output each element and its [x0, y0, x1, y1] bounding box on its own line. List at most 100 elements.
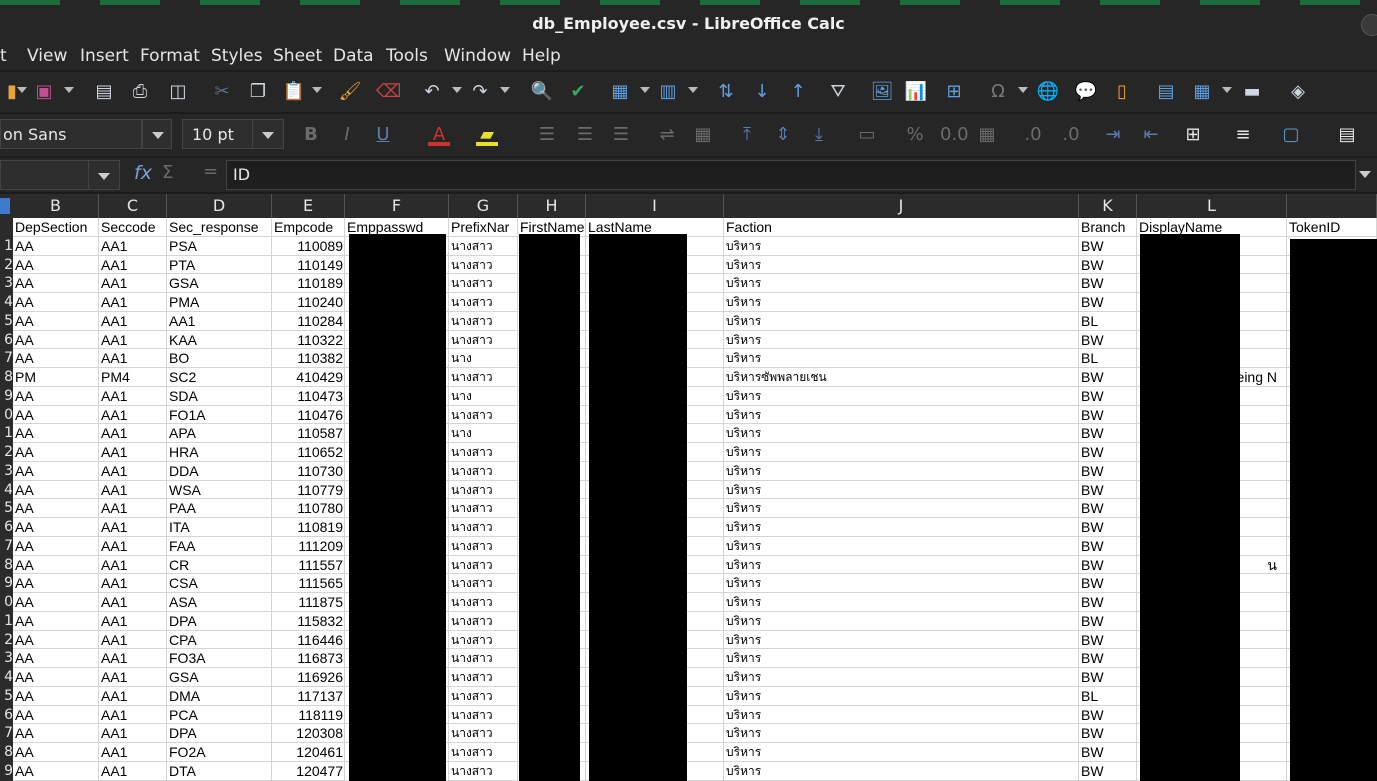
table-cell[interactable]: HRA — [167, 443, 272, 462]
menu-edit[interactable]: t — [0, 46, 7, 66]
table-cell[interactable]: 110473 — [272, 387, 345, 406]
table-cell[interactable]: BW — [1079, 612, 1137, 631]
row-header[interactable]: 9 — [0, 386, 13, 406]
table-cell[interactable]: นางสาว — [449, 406, 518, 425]
formula-input[interactable]: ID — [226, 160, 1356, 190]
table-cell[interactable]: BW — [1079, 762, 1137, 781]
header-cell[interactable]: Seccode — [99, 218, 167, 237]
pivot-table-icon[interactable]: ⊞ — [942, 80, 966, 104]
table-cell[interactable]: PCA — [167, 706, 272, 725]
table-cell[interactable]: นางสาว — [449, 668, 518, 687]
table-cell[interactable]: AA1 — [99, 537, 167, 556]
bold-icon[interactable]: B — [300, 124, 322, 146]
table-cell[interactable]: บริหาร — [724, 574, 1079, 593]
table-cell[interactable]: BW — [1079, 481, 1137, 500]
table-cell[interactable]: BW — [1079, 706, 1137, 725]
table-cell[interactable]: AA1 — [99, 256, 167, 275]
table-cell[interactable]: BW — [1079, 368, 1137, 387]
header-cell[interactable]: DepSection — [13, 218, 99, 237]
table-cell[interactable]: 110382 — [272, 349, 345, 368]
table-cell[interactable]: AA — [13, 312, 99, 331]
table-cell[interactable]: AA — [13, 612, 99, 631]
table-cell[interactable]: นางสาว — [449, 293, 518, 312]
header-cell[interactable]: TokenID — [1287, 218, 1377, 237]
undo-icon[interactable]: ↶ — [420, 80, 444, 104]
table-cell[interactable]: AA1 — [99, 443, 167, 462]
table-cell[interactable]: บริหาร — [724, 424, 1079, 443]
comment-icon[interactable]: 💬 — [1074, 80, 1098, 104]
table-cell[interactable]: AA — [13, 499, 99, 518]
hyperlink-icon[interactable]: 🌐 — [1036, 80, 1060, 104]
name-box-dropdown[interactable] — [88, 160, 120, 190]
sort-icon[interactable]: ⇅ — [714, 80, 738, 104]
table-cell[interactable]: PSA — [167, 237, 272, 256]
table-cell[interactable]: 410429 — [272, 368, 345, 387]
table-cell[interactable]: AA1 — [99, 387, 167, 406]
table-cell[interactable]: AA1 — [99, 481, 167, 500]
table-cell[interactable]: KAA — [167, 331, 272, 350]
table-cell[interactable]: 110089 — [272, 237, 345, 256]
split-window-icon[interactable]: ▬ — [1240, 80, 1264, 104]
column-header-b[interactable]: B — [13, 194, 99, 218]
table-cell[interactable]: 111209 — [272, 537, 345, 556]
sum-icon[interactable]: Σ — [162, 162, 173, 183]
table-cell[interactable]: BW — [1079, 593, 1137, 612]
clone-formatting-icon[interactable]: 🖌 — [338, 80, 362, 104]
header-cell[interactable]: Branch — [1079, 218, 1137, 237]
table-cell[interactable]: 116926 — [272, 668, 345, 687]
table-cell[interactable]: นางสาว — [449, 443, 518, 462]
font-color-icon[interactable]: A — [428, 124, 450, 146]
table-cell[interactable]: AA1 — [99, 499, 167, 518]
table-cell[interactable]: นางสาว — [449, 499, 518, 518]
table-cell[interactable]: AA1 — [99, 687, 167, 706]
paste-icon[interactable]: 📋 — [282, 80, 306, 104]
table-cell[interactable]: นางสาว — [449, 612, 518, 631]
table-cell[interactable]: BW — [1079, 462, 1137, 481]
row-header[interactable]: 9 — [0, 761, 13, 781]
percent-format-icon[interactable]: % — [904, 124, 926, 146]
column-header-f[interactable]: F — [345, 194, 449, 218]
spelling-icon[interactable]: ✔ — [566, 80, 590, 104]
table-cell[interactable]: BW — [1079, 668, 1137, 687]
table-cell[interactable]: AA — [13, 518, 99, 537]
align-center-icon[interactable]: ☰ — [574, 124, 596, 146]
table-cell[interactable]: บริหาร — [724, 556, 1079, 575]
copy-icon[interactable]: ❐ — [246, 80, 270, 104]
table-cell[interactable]: AA — [13, 687, 99, 706]
table-cell[interactable]: 110284 — [272, 312, 345, 331]
row-header[interactable]: 6 — [0, 330, 13, 350]
align-bottom-icon[interactable]: ⤓ — [808, 124, 830, 146]
table-cell[interactable]: DTA — [167, 762, 272, 781]
table-cell[interactable]: AA — [13, 387, 99, 406]
table-cell[interactable]: บริหาร — [724, 706, 1079, 725]
table-cell[interactable]: AA1 — [99, 237, 167, 256]
table-cell[interactable]: 110587 — [272, 424, 345, 443]
column-header-l[interactable]: L — [1137, 194, 1287, 218]
table-cell[interactable]: AA1 — [99, 293, 167, 312]
row-header[interactable]: 0 — [0, 405, 13, 425]
redo-dropdown-icon[interactable] — [500, 87, 510, 93]
font-size-input[interactable]: 10 pt — [182, 119, 254, 149]
column-header-i[interactable]: I — [586, 194, 724, 218]
column-header-e[interactable]: E — [272, 194, 345, 218]
headers-footers-icon[interactable]: ▯ — [1110, 80, 1134, 104]
align-top-icon[interactable]: ⤒ — [736, 124, 758, 146]
table-cell[interactable]: AA1 — [99, 724, 167, 743]
table-cell[interactable]: BW — [1079, 293, 1137, 312]
table-cell[interactable]: 110652 — [272, 443, 345, 462]
table-cell[interactable]: AA — [13, 274, 99, 293]
table-cell[interactable]: นางสาว — [449, 256, 518, 275]
table-cell[interactable]: AA — [13, 762, 99, 781]
table-cell[interactable]: GSA — [167, 274, 272, 293]
table-cell[interactable]: บริหาร — [724, 668, 1079, 687]
table-cell[interactable]: AA1 — [99, 349, 167, 368]
table-cell[interactable]: นางสาว — [449, 518, 518, 537]
table-cell[interactable]: AA1 — [99, 706, 167, 725]
table-cell[interactable]: AA1 — [99, 631, 167, 650]
table-cell[interactable]: บริหาร — [724, 349, 1079, 368]
table-cell[interactable]: FO3A — [167, 649, 272, 668]
table-cell[interactable]: BW — [1079, 743, 1137, 762]
table-cell[interactable]: PMA — [167, 293, 272, 312]
table-cell[interactable]: 120461 — [272, 743, 345, 762]
table-cell[interactable]: BW — [1079, 237, 1137, 256]
